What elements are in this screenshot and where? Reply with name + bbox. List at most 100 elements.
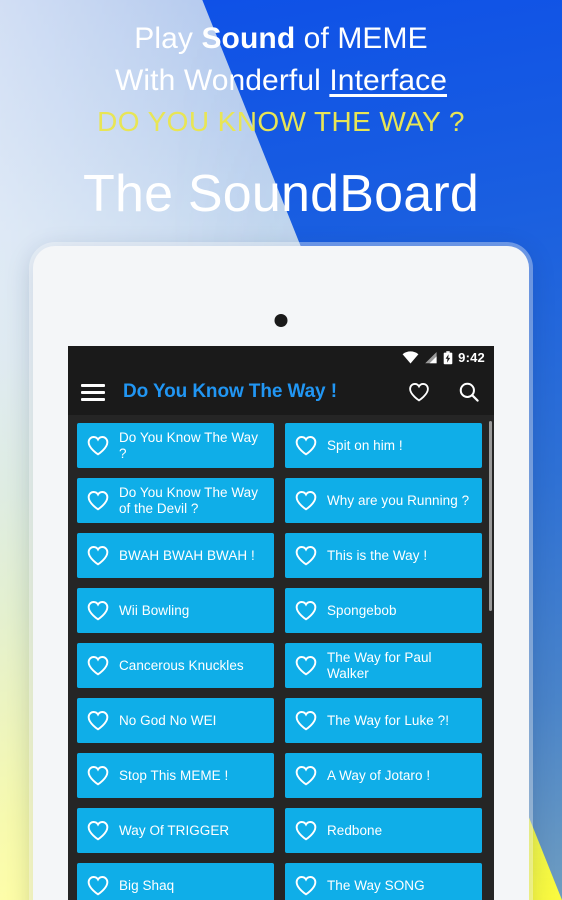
- sound-card[interactable]: No God No WEI: [77, 698, 274, 743]
- promo-line-2: With Wonderful Interface: [0, 60, 562, 102]
- sound-card[interactable]: Spit on him !: [285, 423, 482, 468]
- heart-outline-icon: [295, 711, 317, 731]
- favorite-toggle-icon[interactable]: [294, 710, 318, 731]
- favorite-toggle-icon[interactable]: [294, 820, 318, 841]
- favorite-toggle-icon[interactable]: [86, 875, 110, 896]
- promo-line-1-strong: Sound: [201, 22, 296, 55]
- hamburger-line: [81, 397, 105, 401]
- sound-card-label: No God No WEI: [119, 712, 217, 728]
- favorite-toggle-icon[interactable]: [294, 545, 318, 566]
- sound-card-label: Do You Know The Way ?: [119, 429, 259, 461]
- search-button[interactable]: [458, 381, 480, 403]
- sound-card[interactable]: The Way for Paul Walker: [285, 643, 482, 688]
- sound-card[interactable]: This is the Way !: [285, 533, 482, 578]
- favorite-toggle-icon[interactable]: [294, 490, 318, 511]
- sound-grid: Do You Know The Way ? Spit on him ! Do You…: [68, 423, 494, 900]
- list-scrollbar[interactable]: [489, 421, 492, 611]
- heart-outline-icon: [295, 436, 317, 456]
- status-bar-clock: 9:42: [458, 350, 485, 365]
- sound-card[interactable]: The Way for Luke ?!: [285, 698, 482, 743]
- hamburger-menu-icon[interactable]: [81, 383, 105, 401]
- sound-card-label: The Way for Paul Walker: [327, 649, 432, 681]
- sound-card[interactable]: Cancerous Knuckles: [77, 643, 274, 688]
- sound-card-label: This is the Way !: [327, 547, 428, 563]
- sound-card-label: BWAH BWAH BWAH !: [119, 547, 255, 563]
- sound-card[interactable]: Do You Know The Way ?: [77, 423, 274, 468]
- promo-line-2-underline: Interface: [329, 64, 447, 97]
- heart-outline-icon: [87, 766, 109, 786]
- sound-card-label: Do You Know The Way of the Devil ?: [119, 484, 259, 516]
- heart-outline-icon: [295, 491, 317, 511]
- heart-outline-icon: [87, 711, 109, 731]
- sound-card[interactable]: Stop This MEME !: [77, 753, 274, 798]
- heart-outline-icon: [87, 491, 109, 511]
- sound-card[interactable]: BWAH BWAH BWAH !: [77, 533, 274, 578]
- heart-outline-icon: [295, 876, 317, 896]
- sound-card-label: Big Shaq: [119, 877, 175, 893]
- sound-card[interactable]: Redbone: [285, 808, 482, 853]
- app-bar: Do You Know The Way !: [68, 369, 494, 415]
- heart-outline-icon: [87, 546, 109, 566]
- sound-card-label: Stop This MEME !: [119, 767, 229, 783]
- sound-card-label: Wii Bowling: [119, 602, 190, 618]
- heart-outline-icon: [295, 656, 317, 676]
- sound-card-label: The Way SONG: [327, 877, 425, 893]
- favorite-toggle-icon[interactable]: [294, 875, 318, 896]
- hamburger-line: [81, 383, 105, 387]
- favorite-toggle-icon[interactable]: [86, 765, 110, 786]
- favorite-toggle-icon[interactable]: [86, 710, 110, 731]
- hamburger-line: [81, 390, 105, 394]
- heart-outline-icon: [295, 766, 317, 786]
- favorite-toggle-icon[interactable]: [86, 435, 110, 456]
- favorite-toggle-icon[interactable]: [86, 600, 110, 621]
- heart-outline-icon: [295, 546, 317, 566]
- heart-outline-icon: [87, 656, 109, 676]
- promo-line-1-post: of MEME: [295, 22, 428, 55]
- promo-line-1: Play Sound of MEME: [0, 18, 562, 60]
- sound-card[interactable]: Wii Bowling: [77, 588, 274, 633]
- search-icon: [459, 382, 479, 402]
- signal-icon: [425, 352, 437, 364]
- app-screen: 9:42 Do You Know The Way ! Do You Know T…: [68, 346, 494, 900]
- status-bar: 9:42: [68, 346, 494, 369]
- sound-card-label: A Way of Jotaro !: [327, 767, 431, 783]
- tablet-device-frame: 9:42 Do You Know The Way ! Do You Know T…: [33, 246, 529, 900]
- sound-card-label: Redbone: [327, 822, 383, 838]
- favorite-toggle-icon[interactable]: [86, 545, 110, 566]
- promo-app-name: The SoundBoard: [83, 165, 479, 223]
- favorite-toggle-icon[interactable]: [86, 490, 110, 511]
- sound-card-label: Cancerous Knuckles: [119, 657, 244, 673]
- sound-card-label: Way Of TRIGGER: [119, 822, 230, 838]
- favorites-button[interactable]: [408, 382, 430, 402]
- promo-line-2-pre: With Wonderful: [115, 64, 330, 97]
- heart-outline-icon: [409, 382, 429, 402]
- sound-card[interactable]: Big Shaq: [77, 863, 274, 900]
- favorite-toggle-icon[interactable]: [294, 655, 318, 676]
- app-bar-title: Do You Know The Way !: [123, 381, 337, 402]
- favorite-toggle-icon[interactable]: [294, 765, 318, 786]
- sound-card-label: Spit on him !: [327, 437, 403, 453]
- promo-line-3: DO YOU KNOW THE WAY ?: [97, 106, 465, 137]
- promo-banner: Play Sound of MEME With Wonderful Interf…: [0, 0, 562, 230]
- favorite-toggle-icon[interactable]: [86, 820, 110, 841]
- sound-card[interactable]: A Way of Jotaro !: [285, 753, 482, 798]
- sound-card[interactable]: Way Of TRIGGER: [77, 808, 274, 853]
- sound-card[interactable]: The Way SONG: [285, 863, 482, 900]
- app-store-promo-screenshot: Play Sound of MEME With Wonderful Interf…: [0, 0, 562, 900]
- favorite-toggle-icon[interactable]: [294, 600, 318, 621]
- sound-list-container[interactable]: Do You Know The Way ? Spit on him ! Do You…: [68, 415, 494, 900]
- front-camera-icon: [274, 314, 288, 327]
- sound-card[interactable]: Spongebob: [285, 588, 482, 633]
- promo-line-1-pre: Play: [134, 22, 202, 55]
- favorite-toggle-icon[interactable]: [294, 435, 318, 456]
- heart-outline-icon: [87, 436, 109, 456]
- sound-card-label: Spongebob: [327, 602, 397, 618]
- sound-card[interactable]: Why are you Running ?: [285, 478, 482, 523]
- battery-charging-icon: [443, 350, 453, 364]
- heart-outline-icon: [87, 821, 109, 841]
- sound-card-label: The Way for Luke ?!: [327, 712, 450, 728]
- favorite-toggle-icon[interactable]: [86, 655, 110, 676]
- sound-card[interactable]: Do You Know The Way of the Devil ?: [77, 478, 274, 523]
- heart-outline-icon: [87, 876, 109, 896]
- heart-outline-icon: [295, 601, 317, 621]
